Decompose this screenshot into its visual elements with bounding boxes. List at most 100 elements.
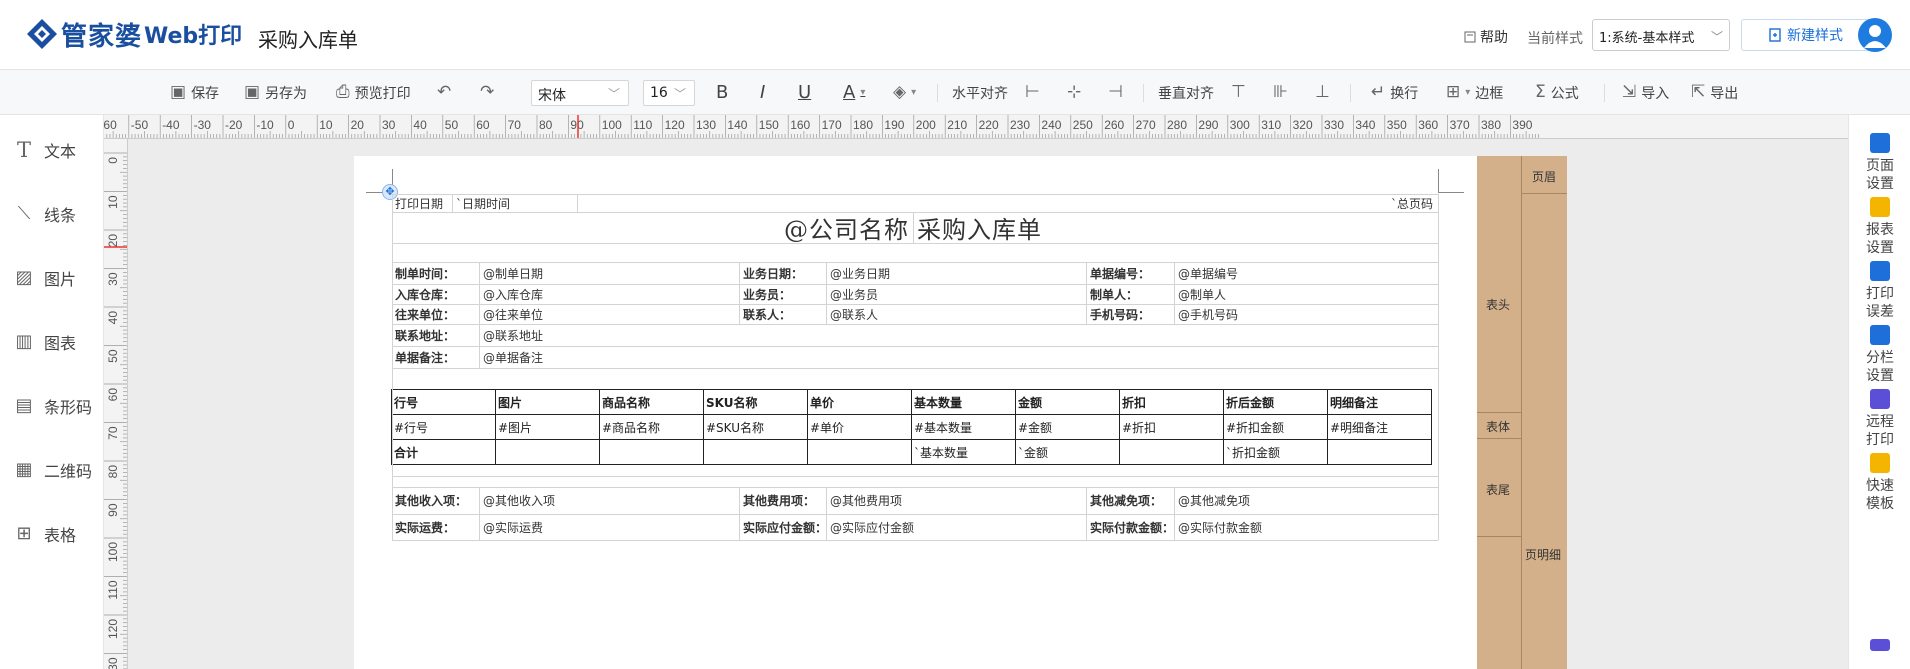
- table-cell[interactable]: #商品名称: [599, 414, 704, 440]
- more-icon[interactable]: [1870, 639, 1890, 651]
- table-cell[interactable]: [1119, 439, 1224, 465]
- right-item-quick-template[interactable]: 快速 模板: [1849, 453, 1910, 513]
- table-cell[interactable]: SKU名称: [703, 389, 808, 415]
- table-cell[interactable]: #金额: [1015, 414, 1120, 440]
- info-label[interactable]: 往来单位：: [392, 304, 479, 324]
- table-cell[interactable]: #基本数量: [911, 414, 1016, 440]
- table-cell[interactable]: `金额: [1015, 439, 1120, 465]
- info-value[interactable]: @手机号码: [1175, 304, 1438, 324]
- bold-button[interactable]: B: [716, 70, 728, 115]
- table-cell[interactable]: [807, 439, 912, 465]
- info-label[interactable]: 联系地址：: [392, 324, 479, 346]
- formula-button[interactable]: Σ 公式: [1535, 70, 1579, 115]
- footer-value[interactable]: @实际应付金额: [827, 514, 1087, 540]
- table-cell[interactable]: #折扣: [1119, 414, 1224, 440]
- info-value[interactable]: @往来单位: [480, 304, 736, 324]
- info-value[interactable]: @联系地址: [480, 324, 980, 346]
- right-item-page-settings[interactable]: 页面 设置: [1849, 133, 1910, 193]
- footer-label[interactable]: 其他减免项：: [1087, 487, 1174, 514]
- info-label[interactable]: 手机号码：: [1087, 304, 1174, 324]
- table-cell[interactable]: [703, 439, 808, 465]
- date-time-cell[interactable]: `日期时间: [453, 194, 573, 212]
- total-pages-cell[interactable]: `总页码: [1330, 194, 1436, 212]
- company-name-cell[interactable]: @公司名称: [700, 212, 912, 243]
- band-table-foot[interactable]: 表尾: [1486, 481, 1510, 498]
- info-value[interactable]: @制单日期: [480, 262, 736, 284]
- info-label[interactable]: 制单时间：: [392, 262, 479, 284]
- sidebar-item-barcode[interactable]: ▤ 条形码: [14, 391, 92, 421]
- info-label[interactable]: 单据编号：: [1087, 262, 1174, 284]
- footer-value[interactable]: @其他费用项: [827, 487, 1087, 514]
- fill-color-button[interactable]: ◈ ▾: [893, 70, 916, 115]
- align-left-button[interactable]: ⊢: [1025, 70, 1040, 115]
- info-label[interactable]: 制单人：: [1087, 284, 1174, 304]
- info-value[interactable]: @制单人: [1175, 284, 1438, 304]
- wrap-button[interactable]: ↵ 换行: [1371, 70, 1418, 115]
- export-button[interactable]: ⇱ 导出: [1691, 70, 1738, 115]
- footer-label[interactable]: 其他收入项：: [392, 487, 479, 514]
- import-button[interactable]: ⇲ 导入: [1622, 70, 1669, 115]
- align-bottom-button[interactable]: ⊥: [1315, 70, 1330, 115]
- info-value[interactable]: @业务日期: [827, 262, 1087, 284]
- table-cell[interactable]: 行号: [391, 389, 496, 415]
- table-cell[interactable]: 基本数量: [911, 389, 1016, 415]
- table-cell[interactable]: #折扣金额: [1223, 414, 1328, 440]
- underline-button[interactable]: U: [798, 70, 811, 115]
- help-link[interactable]: 帮助: [1464, 27, 1508, 47]
- undo-button[interactable]: ↶: [437, 70, 451, 115]
- table-cell[interactable]: #SKU名称: [703, 414, 808, 440]
- info-label[interactable]: 业务日期：: [740, 262, 827, 284]
- italic-button[interactable]: I: [760, 70, 765, 115]
- table-cell[interactable]: 折扣: [1119, 389, 1224, 415]
- info-label[interactable]: 入库仓库：: [392, 284, 479, 304]
- detail-table[interactable]: 行号 图片 商品名称 SKU名称 单价 基本数量 金额 折扣 折后金额 明细备注 #行号 #图片 #商品…: [391, 389, 1432, 465]
- table-cell[interactable]: [495, 439, 600, 465]
- info-value[interactable]: @单据编号: [1175, 262, 1438, 284]
- sidebar-item-qrcode[interactable]: ▦ 二维码: [14, 455, 92, 485]
- info-label[interactable]: 业务员：: [740, 284, 827, 304]
- sidebar-item-line[interactable]: ⟍ 线条: [14, 199, 76, 229]
- print-date-cell[interactable]: 打印日期: [392, 194, 452, 212]
- info-label[interactable]: 单据备注：: [392, 346, 479, 368]
- info-value[interactable]: @联系人: [827, 304, 1087, 324]
- info-value[interactable]: @业务员: [827, 284, 1087, 304]
- table-cell[interactable]: [1327, 439, 1432, 465]
- border-button[interactable]: ⊞ ▾ 边框: [1446, 70, 1503, 115]
- save-button[interactable]: ▣ 保存: [170, 70, 219, 115]
- band-table-head[interactable]: 表头: [1486, 296, 1510, 313]
- report-title-cell[interactable]: 采购入库单: [914, 212, 1114, 243]
- redo-button[interactable]: ↷: [480, 70, 494, 115]
- footer-label[interactable]: 实际应付金额：: [740, 514, 827, 540]
- info-value[interactable]: @入库仓库: [480, 284, 736, 304]
- style-select[interactable]: 1:系统-基本样式 ﹀: [1592, 19, 1730, 51]
- new-style-button[interactable]: 新建样式: [1741, 19, 1871, 51]
- save-as-button[interactable]: ▣ 另存为: [244, 70, 307, 115]
- font-size-select[interactable]: 16 ﹀: [643, 80, 695, 106]
- table-cell[interactable]: 单价: [807, 389, 912, 415]
- table-cell[interactable]: #行号: [391, 414, 496, 440]
- table-cell[interactable]: #单价: [807, 414, 912, 440]
- footer-value[interactable]: @实际运费: [480, 514, 736, 540]
- band-page-header[interactable]: 页眉: [1532, 168, 1556, 185]
- table-cell[interactable]: `基本数量: [911, 439, 1016, 465]
- sidebar-item-image[interactable]: ▨ 图片: [14, 263, 76, 293]
- align-center-button[interactable]: ⊹: [1067, 70, 1081, 115]
- table-cell[interactable]: 图片: [495, 389, 600, 415]
- footer-label[interactable]: 实际运费：: [392, 514, 479, 540]
- font-family-select[interactable]: 宋体 ﹀: [531, 80, 629, 106]
- info-value[interactable]: @单据备注: [480, 346, 980, 368]
- table-cell[interactable]: 明细备注: [1327, 389, 1432, 415]
- footer-value[interactable]: @其他收入项: [480, 487, 736, 514]
- footer-label[interactable]: 实际付款金额：: [1087, 514, 1174, 540]
- band-page-detail[interactable]: 页明细: [1525, 546, 1561, 563]
- table-cell[interactable]: 金额: [1015, 389, 1120, 415]
- right-item-column-settings[interactable]: 分栏 设置: [1849, 325, 1910, 385]
- sidebar-item-chart[interactable]: ▥ 图表: [14, 327, 76, 357]
- table-cell[interactable]: `折扣金额: [1223, 439, 1328, 465]
- align-middle-button[interactable]: ⊪: [1273, 70, 1288, 115]
- vertical-ruler[interactable]: 0 10 20 30 40 50 60 70 80 90 100 110 120 130: [104, 139, 128, 669]
- user-avatar[interactable]: [1858, 18, 1892, 52]
- horizontal-ruler[interactable]: -60 -50 -40 -30 -20 -10 0 10 20 30 40 50 60 70 80 90 100…: [104, 115, 1848, 139]
- table-cell[interactable]: 合计: [391, 439, 496, 465]
- table-cell[interactable]: #明细备注: [1327, 414, 1432, 440]
